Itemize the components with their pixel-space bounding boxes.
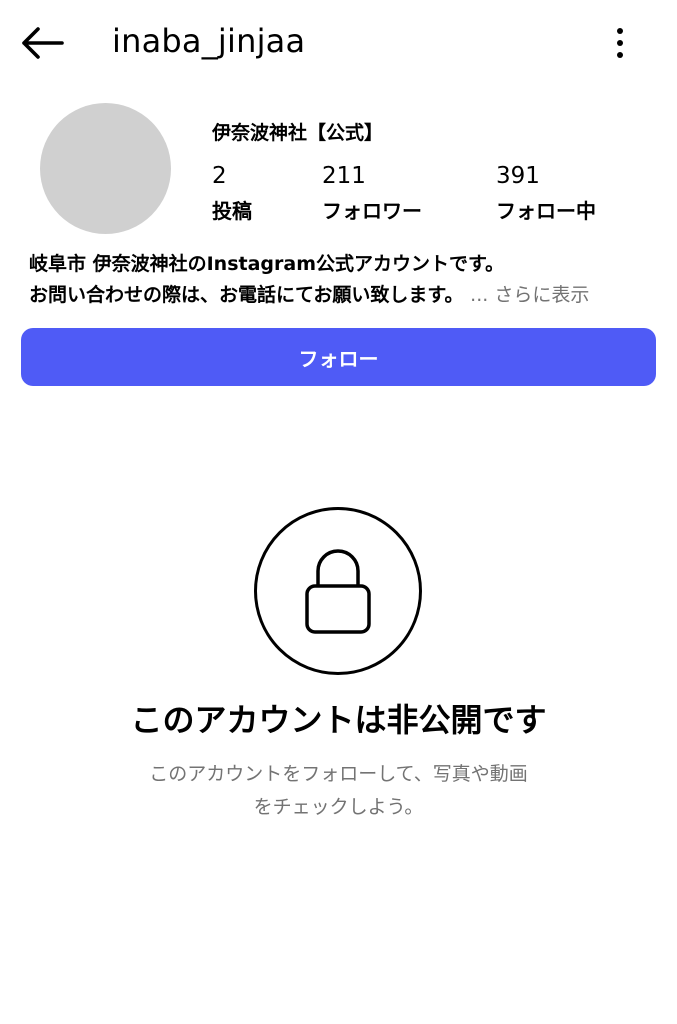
stat-followers-label: フォロワー [322,199,422,223]
profile-page: inaba_jinjaa 伊奈波神社【公式】 2 投稿 211 フォロワー 39… [0,0,677,1024]
bio-more-link[interactable]: ... さらに表示 [470,284,589,306]
more-vertical-icon [617,28,623,58]
follow-button[interactable]: フォロー [21,328,656,386]
profile-username: inaba_jinjaa [112,22,306,60]
stat-following-count: 391 [496,163,540,189]
private-account-subtitle: このアカウントをフォローして、写真や動画 をチェックしよう。 [0,758,677,824]
profile-display-name: 伊奈波神社【公式】 [212,122,384,144]
back-button[interactable] [18,24,66,62]
arrow-left-icon [22,27,64,59]
stat-followers-count: 211 [322,163,366,189]
profile-bio: 岐阜市 伊奈波神社のInstagram公式アカウントです。 お問い合わせの際は、… [29,249,589,311]
lock-icon [305,549,371,634]
private-account-title: このアカウントは非公開です [130,701,547,739]
top-bar: inaba_jinjaa [0,0,677,86]
more-options-button[interactable] [605,24,635,62]
stat-following[interactable]: 391 フォロー中 [496,163,596,224]
stat-posts-count: 2 [212,163,227,189]
avatar[interactable] [40,103,171,234]
stat-followers[interactable]: 211 フォロワー [322,163,422,224]
stat-posts-label: 投稿 [212,199,252,223]
stat-posts: 2 投稿 [212,163,252,224]
bio-line-2: お問い合わせの際は、お電話にてお願い致します。 ... さらに表示 [29,280,589,311]
private-subtitle-line-2: をチェックしよう。 [253,796,424,818]
private-subtitle-line-1: このアカウントをフォローして、写真や動画 [149,763,528,785]
bio-line-1: 岐阜市 伊奈波神社のInstagram公式アカウントです。 [29,253,505,275]
stat-following-label: フォロー中 [496,199,596,223]
private-lock-badge [254,507,422,675]
bio-line-2-text: お問い合わせの際は、お電話にてお願い致します。 [29,284,464,306]
